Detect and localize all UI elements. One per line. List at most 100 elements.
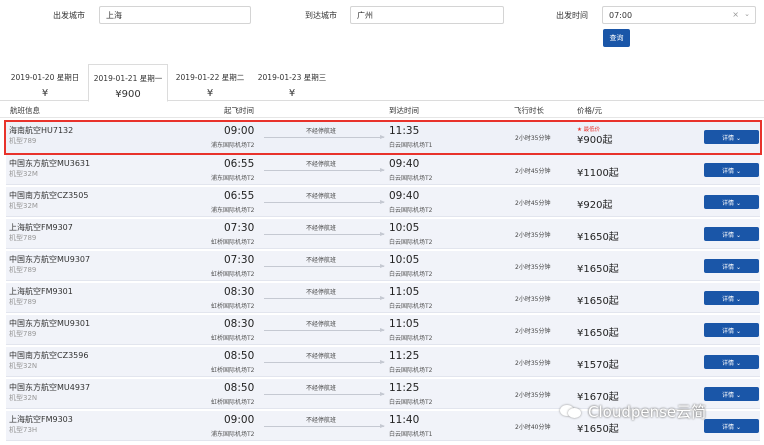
flight-row[interactable]: 海南航空HU7132 机型789 09:00 浦东国际机场T2 不经停航班 11:35 白云… [4, 120, 762, 155]
detail-button[interactable]: 详情 ⌄ [704, 130, 759, 144]
flight-row[interactable]: 上海航空FM9307 机型789 07:30 虹桥国际机场T2 不经停航班 10:05 白云… [6, 219, 760, 249]
flight-duration: 2小时40分钟 [515, 424, 551, 431]
detail-button[interactable]: 详情 ⌄ [704, 259, 759, 273]
depart-time: 07:30 [224, 222, 255, 234]
clear-icon[interactable]: × [732, 10, 739, 19]
plane-model: 机型789 [9, 298, 37, 306]
arrive-airport: 白云国际机场T2 [389, 399, 433, 406]
flight-duration: 2小时35分钟 [515, 392, 551, 399]
date-tab[interactable]: 2019-01-23 星期三 ¥ [252, 64, 332, 101]
header-arrive-time: 到达时间 [389, 106, 419, 115]
flight-duration: 2小时45分钟 [515, 200, 551, 207]
arrow-right-icon [264, 168, 385, 172]
watermark-text: Cloudpense云简 [588, 402, 707, 421]
price-value: ¥1650起 [577, 264, 619, 275]
depart-time: 09:00 [224, 414, 255, 426]
header-depart-time: 起飞时间 [224, 106, 254, 115]
depart-time: 07:30 [224, 254, 255, 266]
arrow-right-icon [264, 296, 385, 300]
flight-row[interactable]: 中国南方航空CZ3596 机型32N 08:50 虹桥国际机场T2 不经停航班 11:25… [6, 347, 760, 377]
arrive-airport: 白云国际机场T2 [389, 207, 433, 214]
plane-model: 机型32M [9, 202, 38, 210]
airline-name: 海南航空HU7132 [9, 126, 74, 135]
plane-model: 机型73H [9, 426, 38, 434]
price-value: ¥920起 [577, 200, 613, 211]
detail-button[interactable]: 详情 ⌄ [704, 195, 759, 209]
arrive-time: 11:25 [389, 382, 420, 394]
from-city-value: 上海 [106, 11, 122, 20]
flight-row[interactable]: 上海航空FM9301 机型789 08:30 虹桥国际机场T2 不经停航班 11:05 白云… [6, 283, 760, 313]
depart-time: 06:55 [224, 158, 255, 170]
arrow-right-icon [264, 135, 385, 139]
arrow-right-icon [264, 232, 385, 236]
search-bar: 出发城市 上海 到达城市 广州 出发时间 07:00 × ⌄ 查询 [0, 0, 764, 56]
price-value: ¥900起 [577, 135, 613, 146]
date-tab-date: 2019-01-20 星期日 [10, 73, 80, 82]
depart-airport: 浦东国际机场T2 [211, 142, 255, 149]
query-button[interactable]: 查询 [603, 29, 630, 47]
flight-duration: 2小时35分钟 [515, 360, 551, 367]
arrive-time: 11:05 [389, 286, 420, 298]
chevron-down-icon: ⌄ [744, 10, 750, 18]
arrive-airport: 白云国际机场T2 [389, 367, 433, 374]
nonstop-label: 不经停航班 [306, 385, 337, 392]
arrive-time: 11:40 [389, 414, 420, 426]
from-city-input[interactable]: 上海 [99, 6, 251, 24]
detail-button[interactable]: 详情 ⌄ [704, 355, 759, 369]
to-city-input[interactable]: 广州 [350, 6, 504, 24]
header-price: 价格/元 [577, 106, 603, 115]
depart-time: 08:50 [224, 350, 255, 362]
detail-button[interactable]: 详情 ⌄ [704, 291, 759, 305]
depart-time: 08:30 [224, 318, 255, 330]
arrive-airport: 白云国际机场T1 [389, 142, 433, 149]
depart-airport: 浦东国际机场T2 [211, 207, 255, 214]
price-value: ¥1100起 [577, 168, 619, 179]
flight-duration: 2小时35分钟 [515, 296, 551, 303]
header-duration: 飞行时长 [514, 106, 544, 115]
date-tab[interactable]: 2019-01-20 星期日 ¥ [5, 64, 85, 101]
nonstop-label: 不经停航班 [306, 128, 337, 135]
depart-time-label: 出发时间 [556, 11, 588, 20]
depart-airport: 虹桥国际机场T2 [211, 303, 255, 310]
depart-time-select[interactable]: 07:00 × ⌄ [602, 6, 756, 24]
depart-airport: 浦东国际机场T2 [211, 431, 255, 438]
flight-row[interactable]: 中国东方航空MU3631 机型32M 06:55 浦东国际机场T2 不经停航班 09:40… [6, 155, 760, 185]
detail-button[interactable]: 详情 ⌄ [704, 323, 759, 337]
detail-button[interactable]: 详情 ⌄ [704, 227, 759, 241]
nonstop-label: 不经停航班 [306, 321, 337, 328]
date-tab[interactable]: 2019-01-22 星期二 ¥ [170, 64, 250, 101]
depart-time: 06:55 [224, 190, 255, 202]
airline-name: 中国东方航空MU3631 [9, 159, 91, 168]
date-tab-active[interactable]: 2019-01-21 星期一 ¥900 [88, 64, 168, 102]
price-value: ¥1650起 [577, 328, 619, 339]
depart-airport: 虹桥国际机场T2 [211, 239, 255, 246]
arrow-right-icon [264, 424, 385, 428]
flight-row[interactable]: 中国东方航空MU9307 机型789 07:30 虹桥国际机场T2 不经停航班 10:05… [6, 251, 760, 281]
nonstop-label: 不经停航班 [306, 353, 337, 360]
date-tab-price: ¥ [206, 88, 214, 99]
flight-duration: 2小时35分钟 [515, 135, 551, 142]
flight-row[interactable]: 中国南方航空CZ3505 机型32M 06:55 浦东国际机场T2 不经停航班 09:40… [6, 187, 760, 217]
arrive-time: 09:40 [389, 190, 420, 202]
flight-duration: 2小时35分钟 [515, 232, 551, 239]
nonstop-label: 不经停航班 [306, 257, 337, 264]
arrow-right-icon [264, 264, 385, 268]
arrow-right-icon [264, 328, 385, 332]
nonstop-label: 不经停航班 [306, 289, 337, 296]
plane-model: 机型789 [9, 266, 37, 274]
date-tab-date: 2019-01-22 星期二 [175, 73, 245, 82]
lowest-price-badge: ★ 最低价 [577, 127, 601, 133]
header-flight-info: 航班信息 [10, 106, 40, 115]
detail-button[interactable]: 详情 ⌄ [704, 163, 759, 177]
flight-duration: 2小时35分钟 [515, 328, 551, 335]
date-tab-date: 2019-01-21 星期一 [93, 74, 163, 83]
to-city-label: 到达城市 [305, 11, 337, 20]
flight-row[interactable]: 中国东方航空MU9301 机型789 08:30 虹桥国际机场T2 不经停航班 11:05… [6, 315, 760, 345]
nonstop-label: 不经停航班 [306, 225, 337, 232]
arrive-airport: 白云国际机场T2 [389, 175, 433, 182]
date-tab-price: ¥ [288, 88, 296, 99]
date-tab-date: 2019-01-23 星期三 [257, 73, 327, 82]
wechat-icon [560, 403, 582, 419]
arrive-time: 11:05 [389, 318, 420, 330]
arrive-airport: 白云国际机场T2 [389, 335, 433, 342]
